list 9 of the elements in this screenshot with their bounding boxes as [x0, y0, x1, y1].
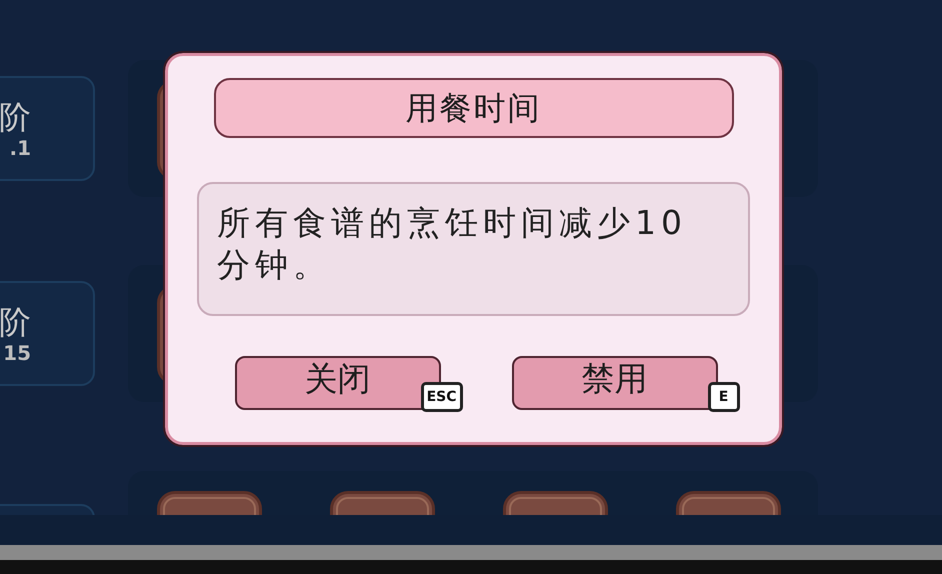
description-text: 所有食谱的烹饪时间减少10分钟。 [217, 202, 688, 286]
tier-label: 阶 [0, 98, 31, 136]
tier-value: 15 [3, 340, 31, 364]
tier-value: .1 [9, 136, 31, 160]
dialog-title: 用餐时间 [214, 78, 734, 138]
key-hint: ESC [420, 382, 462, 412]
dialog-button[interactable]: 禁用 [512, 356, 718, 410]
key-hint: E [708, 382, 740, 412]
tier-label: 阶 [0, 302, 31, 340]
